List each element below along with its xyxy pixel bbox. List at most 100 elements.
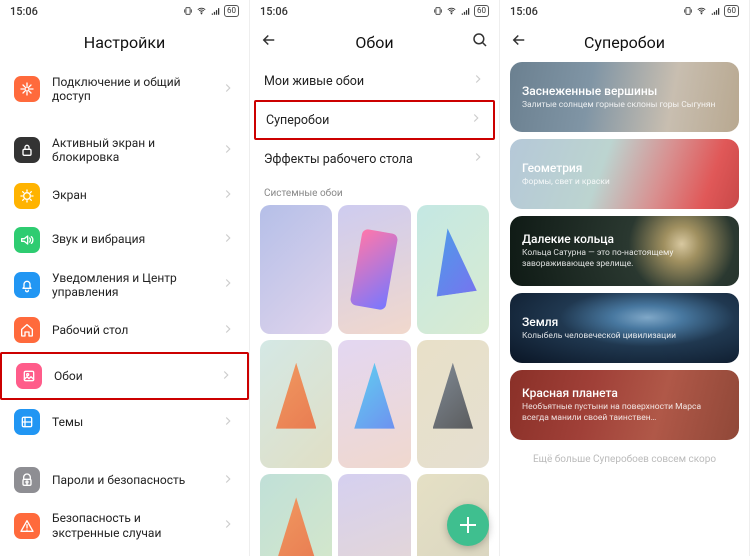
superwallpaper-card[interactable]: Заснеженные вершины Залитые солнцем горны…: [510, 62, 739, 132]
chevron-right-icon: [471, 150, 485, 168]
search-icon: [471, 31, 489, 49]
settings-item-label: Уведомления и Центр управления: [52, 271, 209, 300]
settings-item-connect[interactable]: Подключение и общий доступ: [0, 66, 249, 113]
status-bar: 15:06 60: [500, 0, 749, 22]
chevron-right-icon: [221, 413, 235, 432]
settings-item-bell[interactable]: Уведомления и Центр управления: [0, 262, 249, 309]
system-wallpapers-label: Системные обои: [250, 178, 499, 205]
page-title: Суперобои: [584, 33, 665, 52]
wifi-icon: [196, 6, 207, 16]
status-icons: 60: [433, 5, 489, 17]
chevron-right-icon: [221, 516, 235, 535]
search-button[interactable]: [471, 31, 489, 53]
signal-icon: [460, 6, 471, 16]
category-label: Эффекты рабочего стола: [264, 152, 413, 167]
status-bar: 15:06 60: [250, 0, 499, 22]
add-fab[interactable]: [447, 504, 489, 546]
back-button[interactable]: [260, 31, 278, 53]
status-time: 15:06: [510, 5, 538, 18]
superwallpaper-list: Заснеженные вершины Залитые солнцем горны…: [500, 62, 749, 440]
display-icon: [14, 183, 40, 209]
wallpaper-thumb[interactable]: [260, 474, 332, 556]
sound-icon: [14, 227, 40, 253]
settings-item-emergency[interactable]: Безопасность и экстренные случаи: [0, 502, 249, 549]
chevron-right-icon: [221, 186, 235, 205]
wallpaper-icon: [16, 363, 42, 389]
settings-item-display[interactable]: Экран: [0, 174, 249, 218]
settings-item-sound[interactable]: Звук и вибрация: [0, 218, 249, 262]
wallpapers-screen: 15:06 60 Обои Мои живые обои Суперобои Эфф…: [250, 0, 500, 556]
category-label: Суперобои: [266, 113, 329, 128]
settings-item-label: Рабочий стол: [52, 323, 209, 337]
page-title: Обои: [355, 33, 393, 52]
status-icons: 60: [183, 5, 239, 17]
settings-item-label: Подключение и общий доступ: [52, 75, 209, 104]
chevron-right-icon: [221, 321, 235, 340]
settings-item-label: Пароли и безопасность: [52, 473, 209, 487]
security-icon: [14, 467, 40, 493]
card-subtitle: Кольца Сатурна — это по-настоящему завор…: [522, 248, 727, 269]
vibrate-icon: [183, 6, 193, 16]
card-subtitle: Залитые солнцем горные склоны горы Сыгун…: [522, 100, 727, 111]
battery-icon: 60: [724, 5, 739, 17]
battery-icon: 60: [224, 5, 239, 17]
chevron-right-icon: [471, 72, 485, 90]
settings-item-security[interactable]: Пароли и безопасность: [0, 458, 249, 502]
settings-item-label: Безопасность и экстренные случаи: [52, 511, 209, 540]
wallpaper-thumb[interactable]: [338, 205, 410, 334]
card-subtitle: Необъятные пустыни на поверхности Марса …: [522, 402, 727, 423]
chevron-right-icon: [221, 275, 235, 294]
card-title: Далекие кольца: [522, 232, 727, 246]
more-soon-label: Ещё больше Суперобоев совсем скоро: [500, 440, 749, 479]
divider: [0, 444, 249, 458]
card-title: Заснеженные вершины: [522, 84, 727, 98]
settings-item-themes[interactable]: Темы: [0, 400, 249, 444]
chevron-right-icon: [221, 80, 235, 99]
wallpaper-grid: [250, 205, 499, 556]
signal-icon: [710, 6, 721, 16]
card-title: Геометрия: [522, 161, 727, 175]
status-time: 15:06: [10, 5, 38, 18]
chevron-right-icon: [219, 367, 233, 386]
settings-item-label: Обои: [54, 369, 207, 383]
settings-item-label: Темы: [52, 415, 209, 429]
chevron-right-icon: [469, 111, 483, 129]
superwallpaper-card[interactable]: Далекие кольца Кольца Сатурна — это по-на…: [510, 216, 739, 286]
settings-item-label: Активный экран и блокировка: [52, 136, 209, 165]
settings-item-label: Экран: [52, 188, 209, 202]
divider: [0, 113, 249, 127]
wallpaper-category[interactable]: Мои живые обои: [250, 62, 499, 100]
themes-icon: [14, 409, 40, 435]
wifi-icon: [696, 6, 707, 16]
wallpaper-category[interactable]: Эффекты рабочего стола: [250, 140, 499, 178]
wallpaper-categories: Мои живые обои Суперобои Эффекты рабочего …: [250, 62, 499, 178]
wallpaper-thumb[interactable]: [260, 205, 332, 334]
settings-item-label: Звук и вибрация: [52, 232, 209, 246]
card-subtitle: Колыбель человеческой цивилизации: [522, 331, 727, 342]
settings-item-home[interactable]: Рабочий стол: [0, 308, 249, 352]
settings-item-wallpaper[interactable]: Обои: [0, 352, 249, 400]
wallpaper-thumb[interactable]: [338, 340, 410, 469]
superwallpapers-header: Суперобои: [500, 22, 749, 62]
wallpaper-category[interactable]: Суперобои: [254, 100, 495, 140]
superwallpaper-card[interactable]: ЗемляКолыбель человеческой цивилизации: [510, 293, 739, 363]
vibrate-icon: [433, 6, 443, 16]
wallpaper-thumb[interactable]: [338, 474, 410, 556]
wallpapers-header: Обои: [250, 22, 499, 62]
wallpaper-thumb[interactable]: [417, 205, 489, 334]
connect-icon: [14, 76, 40, 102]
superwallpaper-card[interactable]: ГеометрияФормы, свет и краски: [510, 139, 739, 209]
status-bar: 15:06 60: [0, 0, 249, 22]
bell-icon: [14, 272, 40, 298]
superwallpaper-card[interactable]: Красная планета Необъятные пустыни на пов…: [510, 370, 739, 440]
back-button[interactable]: [510, 31, 528, 53]
settings-screen: 15:06 60 Настройки Подключение и общий д…: [0, 0, 250, 556]
card-title: Красная планета: [522, 386, 727, 400]
wallpaper-thumb[interactable]: [417, 340, 489, 469]
settings-item-lock[interactable]: Активный экран и блокировка: [0, 127, 249, 174]
superwallpapers-screen: 15:06 60 Суперобои Заснеженные вершиныЗа…: [500, 0, 750, 556]
wallpaper-thumb[interactable]: [260, 340, 332, 469]
signal-icon: [210, 6, 221, 16]
page-title: Настройки: [84, 33, 165, 52]
status-time: 15:06: [260, 5, 288, 18]
